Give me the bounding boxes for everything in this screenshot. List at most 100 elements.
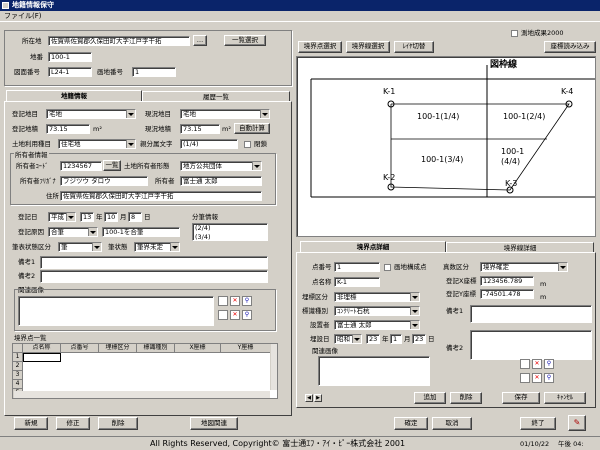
pt-image-delete-icon[interactable]: ✕ [532,359,542,369]
load-coords-button[interactable]: 座標読み込み [544,41,596,53]
pt-num-field[interactable]: 1 [334,262,380,272]
pt-note1-field[interactable] [470,305,592,323]
reg-area-field[interactable]: 73.15 [46,124,90,134]
reg-cause-select[interactable]: 合筆 [48,227,98,237]
pt-name-field[interactable]: K-1 [334,277,380,287]
delete-button[interactable]: 削除 [98,417,138,430]
mark-label: 標識種別 [302,307,328,315]
exit-button[interactable]: 終了 [520,417,556,430]
pt-cancel-button[interactable]: ｷｬﾝｾﾙ [544,392,586,404]
reg-month-field[interactable]: 10 [104,212,118,222]
mark-select[interactable]: ｺﾝｸﾘｰﾄ石杭 [334,306,420,316]
pt-delete-button[interactable]: 削除 [450,392,482,404]
pt-image-blank-icon-2[interactable] [520,373,530,383]
layer-switch-button[interactable]: ﾚｲﾔ切替 [394,41,434,53]
image-delete-icon[interactable]: ✕ [230,296,240,306]
address-browse-button[interactable]: … [193,35,207,46]
reg-era-select[interactable]: 平成 [48,212,76,222]
parent-field[interactable]: (1/4) [180,139,238,149]
new-button[interactable]: 新規 [14,417,48,430]
bury-era-select[interactable]: 昭和 [334,334,362,344]
sheet-field[interactable]: 1 [132,67,176,77]
bury-select[interactable]: 非埋標 [334,292,420,302]
grid-vscroll[interactable] [270,344,277,390]
owner-addr-field[interactable]: 佐賀県佐賀郡久保田町大字江戸字干拓 [60,191,262,201]
bury-day-field[interactable]: 23 [412,334,426,344]
image-search-icon-2[interactable]: ⚲ [242,310,252,320]
col-header[interactable]: 点番号 [61,344,99,353]
pt-image-delete-icon-2[interactable]: ✕ [532,373,542,383]
map-number-field[interactable]: L24-1 [48,67,92,77]
pt-image-blank-icon[interactable] [520,359,530,369]
split-info-list[interactable]: (2/4) (3/4) [192,223,268,241]
image-delete-icon-2[interactable]: ✕ [230,310,240,320]
edit-button[interactable]: 修正 [56,417,90,430]
image-blank-icon[interactable] [218,296,228,306]
col-header[interactable]: Y座標 [221,344,271,353]
note1-label: 備考1 [18,258,36,266]
col-header[interactable]: 点名称 [23,344,61,353]
grid-hscroll[interactable] [13,391,270,398]
reg-y-field[interactable]: -74501.478 [480,289,534,299]
col-header[interactable]: 埋標区分 [99,344,137,353]
image-search-icon[interactable]: ⚲ [242,296,252,306]
reg-cause-detail[interactable]: 100-1を合筆 [102,227,180,237]
address-field[interactable]: 佐賀県佐賀郡久保田町大字江戸字干拓 [48,36,190,46]
pt-image-search-icon[interactable]: ⚲ [544,359,554,369]
owner-code-field[interactable]: 1234567 [60,161,102,171]
pt-image-search-icon-2[interactable]: ⚲ [544,373,554,383]
col-header[interactable]: 標識種別 [137,344,175,353]
bury-year-field[interactable]: 23 [366,334,380,344]
owner-kana-field[interactable]: フジツウ タロウ [60,176,148,186]
menu-bar: ファイル(F) [0,11,600,22]
survey-2000-checkbox[interactable] [511,30,518,37]
reg-land-select[interactable]: 宅地 [46,109,136,119]
cur-land-select[interactable]: 宅地 [180,109,270,119]
state-select[interactable]: 筆界未定 [134,242,180,252]
nav-prev-icon[interactable]: ◀ [305,394,313,402]
lot-field[interactable]: 100-1 [48,52,92,62]
owner-list-button[interactable]: 一覧 [103,160,121,171]
nav-next-icon[interactable]: ▶ [314,394,322,402]
pt-note1-label: 備考1 [446,307,464,315]
map-link-button[interactable]: 地図関連 [190,417,238,430]
frame-point-checkbox[interactable] [384,264,391,271]
menu-file[interactable]: ファイル(F) [4,12,42,20]
bury-month-field[interactable]: 1 [390,334,402,344]
image-blank-icon-2[interactable] [218,310,228,320]
confirm-button[interactable]: 確定 [394,417,428,430]
closed-checkbox[interactable] [244,141,251,148]
related-image-list[interactable] [18,296,214,326]
pt-save-button[interactable]: 保存 [502,392,540,404]
map-view[interactable]: 図枠線 K-1 K-4 K-2 K-3 100-1(1/4) 100-1(2/4… [296,56,596,237]
tool-icon[interactable]: ✎ [568,415,586,431]
auto-calc-button[interactable]: 自動計算 [234,123,270,134]
note1-field[interactable] [40,256,268,269]
true-type-select[interactable]: 境界確定 [480,262,568,272]
reg-day-field[interactable]: 8 [128,212,142,222]
grid-selected-cell[interactable] [23,353,61,362]
closed-label: 閉鎖 [254,140,267,148]
cur-area-field[interactable]: 73.15 [180,124,220,134]
tab-point-detail[interactable]: 境界点詳細 [300,241,446,252]
cat-select[interactable]: 筆 [58,242,102,252]
select-point-button[interactable]: 境界点選択 [298,41,342,53]
tab-cadastre-info[interactable]: 地籍情報 [6,90,142,101]
setter-select[interactable]: 富士通 太郎 [334,320,420,330]
owner-name-field[interactable]: 富士通 太郎 [180,176,262,186]
list-select-button[interactable]: 一覧選択 [224,35,266,46]
select-line-button[interactable]: 境界線選択 [346,41,390,53]
split-info-label: 分筆情報 [192,213,218,221]
note2-field[interactable] [40,270,268,283]
pt-related-list[interactable] [318,356,430,386]
landuse-select[interactable]: 住宅地 [58,139,136,149]
reg-x-field[interactable]: 123456.789 [480,276,534,286]
col-header[interactable]: X座標 [175,344,221,353]
pt-add-button[interactable]: 追加 [414,392,446,404]
reg-year-field[interactable]: 13 [80,212,94,222]
owner-code-label: 所有者ｺｰﾄﾞ [16,162,49,170]
pt-note2-field[interactable] [470,330,592,360]
cancel-button[interactable]: 取消 [432,417,472,430]
row-number: 1 [13,353,23,362]
owner-type-select[interactable]: 地方公共団体 [180,161,262,171]
